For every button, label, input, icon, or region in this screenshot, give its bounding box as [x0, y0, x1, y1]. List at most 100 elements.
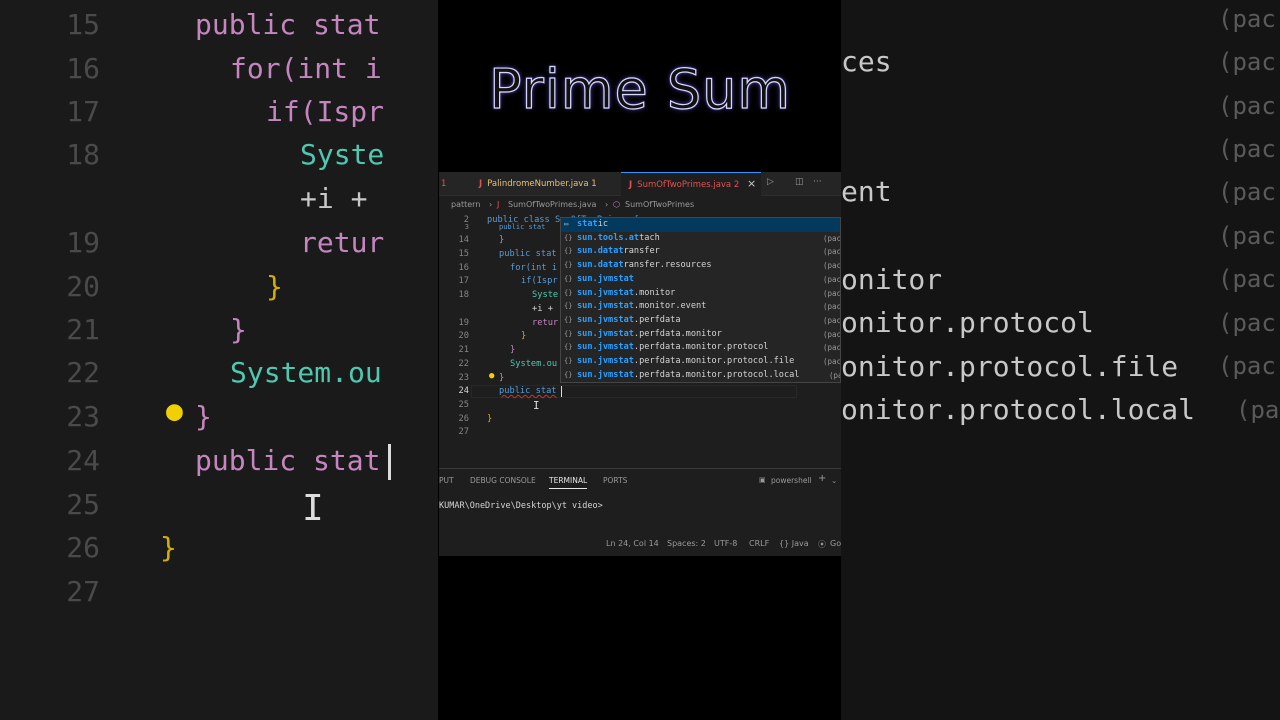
bg-code-line: }: [230, 313, 247, 346]
tab-sumoftwoprimes[interactable]: J SumOfTwoPrimes.java 2: [621, 172, 761, 196]
suggestion-item[interactable]: {} sun.datatransfer (pac: [561, 245, 840, 259]
bg-suggestion-text: onitor.protocol.local: [841, 393, 1196, 426]
split-editor-icon[interactable]: ◫: [795, 177, 804, 187]
module-icon: {}: [564, 274, 573, 283]
lightbulb-icon: ●: [166, 394, 183, 427]
module-icon: {}: [564, 370, 573, 379]
bg-line-number: 16: [66, 52, 100, 85]
encoding[interactable]: UTF-8: [714, 539, 737, 548]
bg-suggestion-text: onitor.protocol.file: [841, 350, 1179, 383]
bg-line-number: 17: [66, 95, 100, 128]
text-cursor: [388, 444, 391, 480]
bg-suggestion-text: onitor: [841, 263, 943, 296]
code-line: }: [510, 345, 516, 355]
module-icon: {}: [564, 329, 573, 338]
code-line: public stat: [499, 386, 557, 396]
language-mode[interactable]: {} Java: [779, 539, 809, 548]
code-line: }: [499, 235, 505, 245]
tab-bar: 1 J PalindromeNumber.java 1 J SumOfTwoPrim…: [439, 172, 841, 196]
lightbulb-icon[interactable]: ●: [489, 371, 494, 381]
background-zoom-left: 15 public stat 16 for(int i 17 if(Ispr 1…: [0, 0, 438, 720]
suggestion-item[interactable]: {} sun.datatransfer.resources (pac: [561, 259, 840, 273]
cursor-position[interactable]: Ln 24, Col 14: [606, 539, 659, 548]
tab-palindrome[interactable]: J PalindromeNumber.java 1: [479, 172, 597, 196]
bg-pac-label: (pac: [1218, 265, 1276, 293]
bg-pac-label: (pac: [1218, 178, 1276, 206]
breadcrumb-file[interactable]: SumOfTwoPrimes.java: [508, 198, 596, 212]
suggestion-item[interactable]: {} sun.jvmstat.monitor.event (pac: [561, 300, 840, 314]
line-number: 25: [458, 400, 469, 410]
suggestion-item[interactable]: ▭ static: [561, 218, 840, 232]
bg-code-line: public stat: [195, 444, 381, 477]
line-ending[interactable]: CRLF: [749, 539, 769, 548]
terminal-shell-icon[interactable]: ▣: [759, 476, 766, 484]
bg-code-line: +i +: [300, 182, 368, 215]
bg-pac-label: (pac: [1218, 92, 1276, 120]
tab-output[interactable]: PUT: [439, 476, 454, 485]
bg-line-number: 20: [66, 270, 100, 303]
terminal-prompt[interactable]: KUMAR\OneDrive\Desktop\yt video>: [439, 501, 603, 511]
tab-debug-console[interactable]: DEBUG CONSOLE: [470, 476, 536, 485]
bg-line-number: 27: [66, 575, 100, 608]
module-icon: {}: [564, 302, 573, 311]
module-icon: {}: [564, 343, 573, 352]
suggestion-item[interactable]: {} sun.jvmstat.perfdata (pac: [561, 314, 840, 328]
line-number: 20: [458, 331, 469, 341]
line-number: 14: [458, 235, 469, 245]
suggestion-item[interactable]: {} sun.jvmstat.monitor (pac: [561, 287, 840, 301]
go-live-icon[interactable]: ⦿: [818, 539, 826, 550]
bg-suggestion-text: onitor.protocol: [841, 306, 1094, 339]
breadcrumb-folder[interactable]: pattern: [451, 198, 480, 212]
line-number: 16: [458, 263, 469, 273]
indentation[interactable]: Spaces: 2: [667, 539, 706, 548]
bg-pac-label: (pac: [1218, 352, 1276, 380]
module-icon: {}: [564, 247, 573, 256]
run-icon[interactable]: ▷: [767, 177, 774, 187]
go-live[interactable]: Go: [830, 539, 841, 548]
module-icon: {}: [564, 261, 573, 270]
suggestion-item[interactable]: {} sun.jvmstat.perfdata.monitor (pac: [561, 328, 840, 342]
line-number: 23: [458, 373, 469, 383]
line-number: 21: [458, 345, 469, 355]
tab-terminal[interactable]: TERMINAL: [549, 476, 588, 489]
bg-pac-label: (pac: [1218, 135, 1276, 163]
ibeam-cursor-icon: I: [533, 399, 540, 412]
bg-pac-label: (pac: [1218, 5, 1276, 33]
code-line: }: [487, 414, 493, 424]
new-terminal-icon[interactable]: +: [818, 473, 826, 484]
bottom-panel: PUT DEBUG CONSOLE TERMINAL PORTS ▣ power…: [439, 468, 841, 536]
java-file-icon: J: [629, 180, 633, 190]
chevron-down-icon[interactable]: ⌄: [831, 476, 837, 485]
tab-ports[interactable]: PORTS: [603, 476, 627, 485]
bg-pac-label: (pac: [1218, 309, 1276, 337]
bg-code-line: }: [266, 270, 283, 303]
bg-line-number: 25: [66, 488, 100, 521]
bg-code-line: retur: [300, 226, 385, 259]
line-number: 3: [464, 223, 469, 231]
autocomplete-popup[interactable]: ▭ static {} sun.tools.attach (pac {} sun.dat…: [560, 217, 841, 383]
java-file-icon: J: [479, 179, 483, 189]
terminal-shell-label[interactable]: powershell: [771, 476, 812, 485]
suggestion-item[interactable]: {} sun.jvmstat.perfdata.monitor.protocol.…: [561, 355, 840, 369]
video-title: Prime Sum: [488, 57, 791, 121]
bg-line-number: 24: [66, 444, 100, 477]
bg-line-number: 22: [66, 356, 100, 389]
code-line: +i +: [532, 304, 553, 314]
close-tab-icon[interactable]: ×: [747, 177, 756, 190]
bg-code-line: System.ou: [230, 356, 382, 389]
code-line: retur: [532, 318, 559, 328]
line-number: 17: [458, 276, 469, 286]
suggestion-item[interactable]: {} sun.jvmstat.perfdata.monitor.protocol.…: [561, 369, 840, 382]
keyword-icon: ▭: [564, 220, 569, 228]
suggestion-item[interactable]: {} sun.tools.attach (pac: [561, 232, 840, 246]
breadcrumb-symbol[interactable]: SumOfTwoPrimes: [625, 198, 694, 212]
module-icon: {}: [564, 357, 573, 365]
code-line: public stat: [499, 249, 557, 259]
bg-pac-label: (pac: [1218, 222, 1276, 250]
tab-previous[interactable]: 1: [441, 172, 446, 196]
suggestion-item[interactable]: {} sun.jvmstat.perfdata.monitor.protocol(…: [561, 341, 840, 355]
line-number: 18: [458, 290, 469, 300]
suggestion-item[interactable]: {} sun.jvmstat (pac: [561, 273, 840, 287]
background-zoom-right: ces ent onitor onitor.protocol onitor.pr…: [841, 0, 1280, 720]
more-actions-icon[interactable]: ···: [813, 177, 822, 187]
